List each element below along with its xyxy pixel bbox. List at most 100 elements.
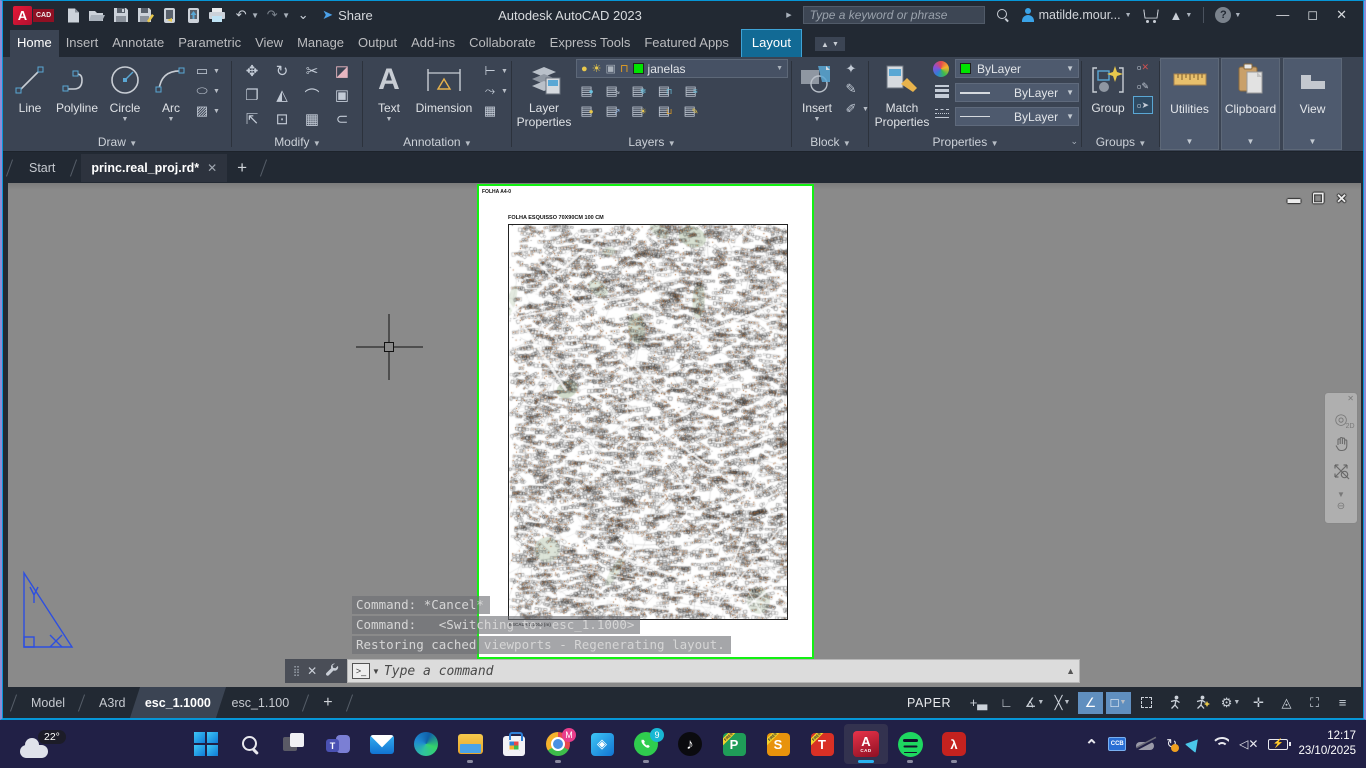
ribbon-collapse-button[interactable]: ▲ ▼: [815, 37, 845, 51]
block-attributes-icon[interactable]: ✐: [842, 101, 860, 117]
arc-button[interactable]: Arc ▼: [151, 59, 191, 123]
group-edit-icon[interactable]: ▫✎: [1134, 78, 1152, 94]
navbar-collapse-icon[interactable]: ⊖: [1337, 501, 1345, 512]
move-icon[interactable]: ✥: [240, 61, 264, 81]
layer-properties-button[interactable]: Layer Properties: [514, 59, 574, 129]
file-tab-start[interactable]: Start: [17, 154, 67, 182]
save-mobile-button[interactable]: [158, 5, 180, 25]
ribbon-tab-featured-apps[interactable]: Featured Apps: [637, 30, 736, 57]
ribbon-tab-layout[interactable]: Layout: [742, 30, 801, 57]
stretch-icon[interactable]: ⇱: [240, 109, 264, 129]
tray-ccb-icon[interactable]: CCB: [1108, 737, 1126, 751]
command-expand-icon[interactable]: ▲: [1066, 666, 1075, 676]
onedrive-offline-icon[interactable]: ☁: [1136, 738, 1156, 751]
command-close-icon[interactable]: ✕: [307, 664, 317, 678]
offset-icon[interactable]: ⊂: [330, 109, 354, 129]
insert-button[interactable]: Insert ▼: [794, 59, 840, 123]
copy-icon[interactable]: ❐: [240, 85, 264, 105]
search-expand-icon[interactable]: ▶: [786, 11, 791, 19]
ribbon-tab-express-tools[interactable]: Express Tools: [543, 30, 638, 57]
snap-mode-icon[interactable]: +▃: [966, 692, 991, 714]
pan-hand-icon[interactable]: [1333, 435, 1350, 456]
ortho-mode-icon[interactable]: ∟: [994, 692, 1019, 714]
tiktok-icon[interactable]: ♪: [668, 724, 712, 764]
erase-icon[interactable]: ◪: [330, 61, 354, 81]
object-color-dropdown[interactable]: ByLayer ▼: [955, 59, 1079, 78]
ribbon-tab-view[interactable]: View: [248, 30, 290, 57]
layer-dropdown[interactable]: ● ☀ ▣ ⊓ janelas ▼: [576, 59, 788, 78]
explode-icon[interactable]: ▣: [330, 85, 354, 105]
spotify-icon[interactable]: [888, 724, 932, 764]
panel-label-block[interactable]: Block ▼: [792, 135, 869, 149]
layer-unlock2-icon[interactable]: ▤⊔: [656, 103, 674, 119]
panel-label-modify[interactable]: Modify ▼: [232, 135, 363, 149]
share-button[interactable]: ➤Share: [322, 7, 373, 23]
polar-tracking-icon[interactable]: ∡▼: [1022, 692, 1047, 714]
fillet-icon[interactable]: ⌒: [300, 85, 324, 105]
slides-icon[interactable]: SFREE: [756, 724, 800, 764]
autoscale-icon[interactable]: [1190, 692, 1215, 714]
taskbar-clock[interactable]: 12:17 23/10/2025: [1298, 729, 1356, 759]
workspace-icon[interactable]: ✛: [1246, 692, 1271, 714]
table-icon[interactable]: ▦: [481, 103, 499, 119]
start-button[interactable]: [184, 724, 228, 764]
ribbon-tab-insert[interactable]: Insert: [59, 30, 106, 57]
layer-thaw2-icon[interactable]: ▤☀: [630, 103, 648, 119]
layer-on2-icon[interactable]: ▤●: [578, 103, 596, 119]
teams-icon[interactable]: [316, 724, 360, 764]
lineweight-dropdown[interactable]: ByLayer ▼: [955, 83, 1079, 102]
help-icon[interactable]: ?▼: [1215, 7, 1241, 23]
app-store-icon[interactable]: [1143, 8, 1159, 22]
ribbon-tab-annotate[interactable]: Annotate: [105, 30, 171, 57]
command-recent-caret[interactable]: ▼: [372, 667, 380, 676]
panel-label-groups[interactable]: Groups ▼: [1082, 135, 1160, 149]
command-grip-icon[interactable]: ⣿: [293, 666, 299, 677]
ribbon-tab-add-ins[interactable]: Add-ins: [404, 30, 462, 57]
photos-icon[interactable]: ◈: [580, 724, 624, 764]
file-tab-active[interactable]: princ.real_proj.rd*✕: [81, 154, 227, 182]
layer-isolate-icon[interactable]: ▤↘: [604, 83, 622, 99]
open-mobile-button[interactable]: [182, 5, 204, 25]
properties-expander-icon[interactable]: ⌄: [1070, 136, 1078, 147]
ribbon-tab-manage[interactable]: Manage: [290, 30, 351, 57]
open-file-button[interactable]: [86, 5, 108, 25]
sheets-icon[interactable]: PFREE: [712, 724, 756, 764]
close-button[interactable]: ✕: [1336, 7, 1347, 23]
steering-wheel-icon[interactable]: ◎2D: [1334, 410, 1347, 428]
line-button[interactable]: Line: [9, 59, 51, 115]
acrobat-icon[interactable]: λ: [932, 724, 976, 764]
zoom-extents-icon[interactable]: [1333, 463, 1350, 484]
layout-tab-model[interactable]: Model: [21, 687, 75, 718]
layer-unisolate-icon[interactable]: ▤↗: [604, 103, 622, 119]
selection-cycling-icon[interactable]: [1134, 692, 1159, 714]
drawing-area[interactable]: ▬ ❐ ✕ FOLHA A4-0 FOLHA ESQUISSO 70X90CM …: [3, 183, 1363, 687]
mail-icon[interactable]: [360, 724, 404, 764]
linetype-dropdown[interactable]: ByLayer ▼: [955, 107, 1079, 126]
group-button[interactable]: Group: [1084, 59, 1132, 115]
chrome-icon[interactable]: M: [536, 724, 580, 764]
scale-icon[interactable]: ⊡: [270, 109, 294, 129]
ribbon-tab-parametric[interactable]: Parametric: [171, 30, 248, 57]
panel-clipboard[interactable]: Clipboard ▼: [1221, 58, 1280, 150]
panel-label-annotation[interactable]: Annotation ▼: [363, 135, 512, 149]
search-icon[interactable]: [996, 8, 1010, 22]
whatsapp-icon[interactable]: 9: [624, 724, 668, 764]
edit-block-icon[interactable]: ✎: [842, 81, 860, 97]
dimension-button[interactable]: Dimension: [411, 59, 477, 115]
rectangle-tool-icon[interactable]: ▭: [193, 63, 211, 79]
linear-dim-icon[interactable]: ⊢: [481, 63, 499, 79]
leader-icon[interactable]: ⤳: [481, 83, 499, 99]
volume-muted-icon[interactable]: ◁✕: [1239, 737, 1258, 751]
circle-button[interactable]: Circle ▼: [103, 59, 147, 123]
layer-off-icon[interactable]: ▤●: [578, 83, 596, 99]
match-properties-button[interactable]: Match Properties: [873, 59, 931, 129]
ellipse-tool-icon[interactable]: ⬭: [193, 83, 211, 99]
hatch-tool-icon[interactable]: ▨: [193, 103, 211, 119]
minimize-button[interactable]: —: [1276, 7, 1289, 23]
save-button[interactable]: [110, 5, 132, 25]
edge-icon[interactable]: [404, 724, 448, 764]
command-wrench-icon[interactable]: [325, 662, 339, 681]
autocad-taskbar-icon[interactable]: ACAD: [844, 724, 888, 764]
panel-utilities[interactable]: Utilities ▼: [1160, 58, 1219, 150]
autodesk-icon[interactable]: ▲▼: [1170, 8, 1193, 23]
